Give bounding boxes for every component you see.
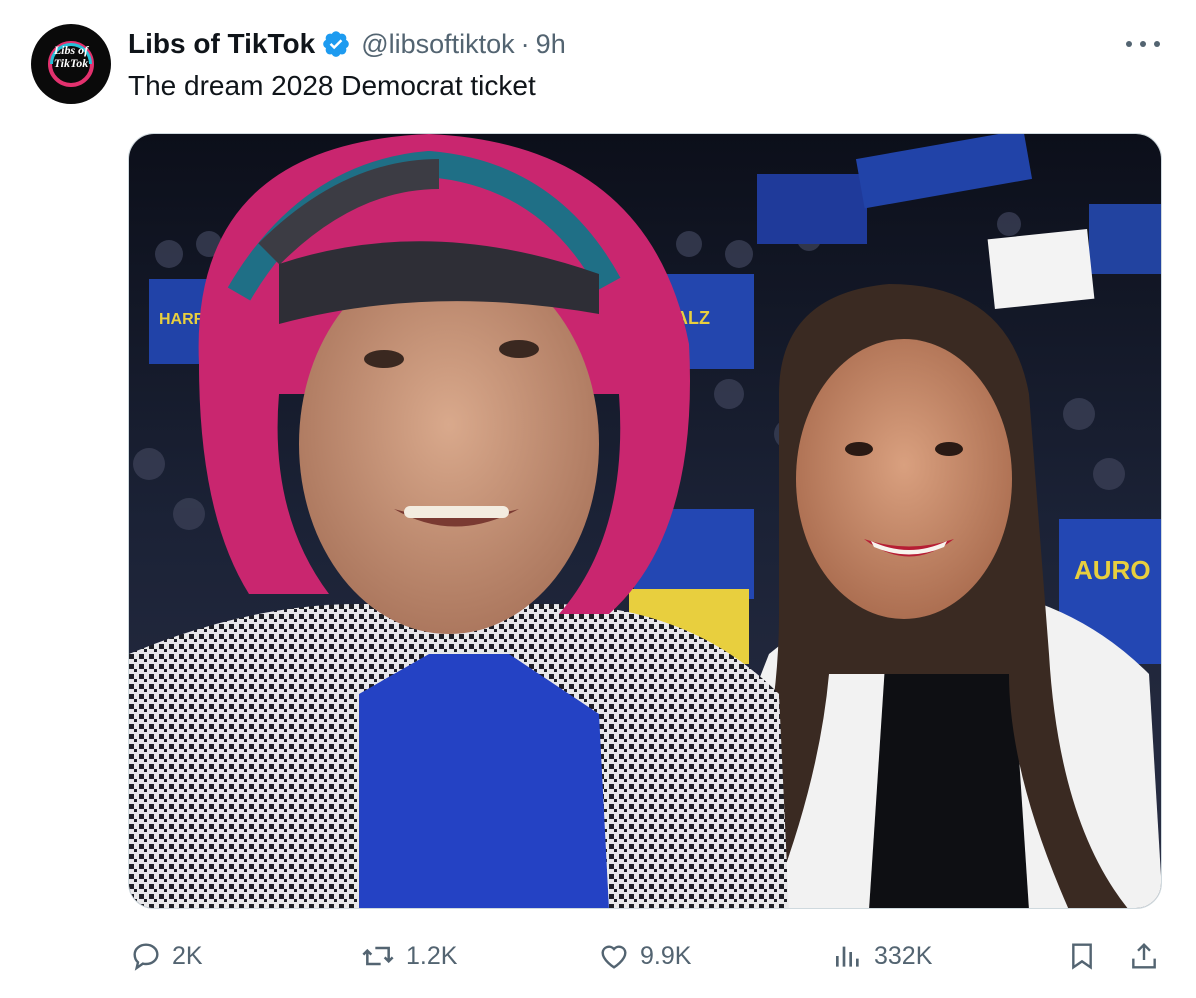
separator-dot: · [520, 28, 530, 59]
reply-icon [133, 943, 159, 971]
bookmark-icon [1072, 943, 1092, 970]
verified-badge-icon[interactable] [321, 29, 351, 59]
reply-button[interactable]: 2K [130, 928, 203, 984]
share-button[interactable] [1128, 928, 1170, 984]
repost-icon [362, 946, 394, 966]
like-button[interactable]: 9.9K [598, 928, 691, 984]
handle[interactable]: @libsoftiktok [361, 29, 514, 60]
tweet-text: The dream 2028 Democrat ticket [128, 70, 536, 101]
views-icon [836, 946, 859, 967]
views-button[interactable]: 332K [832, 928, 932, 984]
tweet-header: Libs of TikTok @libsoftiktok · 9h [128, 26, 566, 62]
photo-illustration: AURO WALZ HARRIS [129, 134, 1161, 908]
more-options-icon[interactable] [1126, 30, 1160, 58]
display-name[interactable]: Libs of TikTok [128, 28, 315, 60]
timestamp[interactable]: 9h [536, 29, 566, 60]
avatar[interactable]: Libs of TikTok [31, 24, 111, 104]
more-dot [1154, 41, 1160, 47]
like-count: 9.9K [640, 941, 692, 970]
bookmark-button[interactable] [1066, 928, 1108, 984]
views-count: 332K [874, 941, 933, 970]
sign-text: AURO [1074, 555, 1151, 585]
tweet-media-image[interactable]: AURO WALZ HARRIS [128, 133, 1162, 909]
more-dot [1126, 41, 1132, 47]
share-icon [1132, 942, 1156, 969]
avatar-logo-text: Libs of TikTok [31, 44, 111, 70]
tweet-actions-bar: 2K 1.2K 9.9K 332K [0, 928, 1196, 984]
repost-count: 1.2K [406, 941, 458, 970]
repost-button[interactable]: 1.2K [360, 928, 457, 984]
heart-icon [601, 945, 627, 969]
more-dot [1140, 41, 1146, 47]
avatar-text-line2: TikTok [53, 56, 89, 70]
reply-count: 2K [172, 941, 203, 970]
